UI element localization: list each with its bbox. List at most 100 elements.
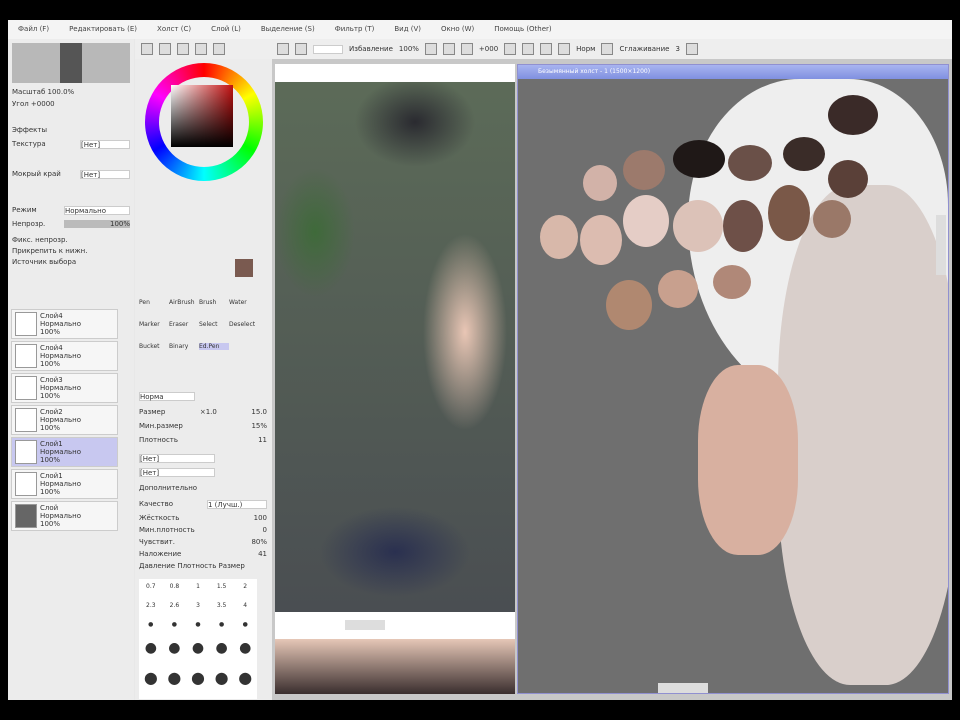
reference-photo xyxy=(275,82,515,612)
menu-layer[interactable]: Слой (L) xyxy=(211,25,241,34)
tool-bucket[interactable]: Bucket xyxy=(139,343,169,350)
brush-size-palette[interactable]: 0.7 0.8 1 1.5 2 2.3 2.6 3 3.5 4 ● ● ● ● ● ● ● ● ● ● ● ● ● ●… xyxy=(139,579,257,699)
rotate-right-button[interactable] xyxy=(522,43,535,55)
deselect-button[interactable] xyxy=(277,43,289,55)
blend-slider[interactable]: 41 xyxy=(258,550,267,558)
canvas-view[interactable]: Безымянный холст - 1 (1500×1200) xyxy=(517,64,949,694)
app-window: Файл (F) Редактировать (E) Холст (C) Сло… xyxy=(8,20,952,700)
selection-source-checkbox[interactable]: Источник выбора xyxy=(12,258,76,266)
menu-file[interactable]: Файл (F) xyxy=(18,25,49,34)
layer-item-selected[interactable]: Слой1 Нормально 100% xyxy=(11,437,118,467)
texture-select[interactable]: [Нет] xyxy=(80,139,130,149)
rotate-reset-button[interactable] xyxy=(540,43,553,55)
reference-photo-lower xyxy=(275,639,515,694)
mode-select[interactable]: Норм xyxy=(576,45,595,53)
tool-brush[interactable]: Brush xyxy=(199,299,229,306)
wet-edge-select[interactable]: [Нет] xyxy=(80,169,130,179)
invert-selection-button[interactable] xyxy=(295,43,307,55)
smoothing-label: Сглаживание xyxy=(619,45,670,53)
layer-item[interactable]: Слой3 Нормально 100% xyxy=(11,373,118,403)
menu-filter[interactable]: Фильтр (T) xyxy=(335,25,375,34)
layer-item[interactable]: Слой4 Нормально 100% xyxy=(11,341,118,371)
rgb-slider-toggle[interactable] xyxy=(159,43,171,55)
opacity-slider[interactable]: 100% xyxy=(64,220,130,228)
canvas-area: Безымянный холст - 1 (1500×1200) xyxy=(272,59,952,700)
edge-label: Жёсткость xyxy=(139,514,180,522)
hsv-slider-toggle[interactable] xyxy=(177,43,189,55)
min-size-slider[interactable]: 15% xyxy=(251,422,267,430)
mode-button[interactable] xyxy=(601,43,614,55)
tool-pen[interactable]: Pen xyxy=(139,299,169,306)
toolbar: Избавление 100% +000 Норм Сглаживание 3 xyxy=(135,39,952,59)
reference-view[interactable] xyxy=(275,64,515,694)
menu-window[interactable]: Окно (W) xyxy=(441,25,474,34)
menu-view[interactable]: Вид (V) xyxy=(394,25,421,34)
angle-select[interactable]: +000 xyxy=(479,45,498,53)
size-label: Размер xyxy=(139,408,166,416)
selection-field[interactable] xyxy=(313,44,343,54)
tool-select[interactable]: Select xyxy=(199,321,229,328)
edge-slider[interactable]: 100 xyxy=(254,514,267,522)
layer-item[interactable]: Слой1 Нормально 100% xyxy=(11,469,118,499)
layer-item[interactable]: Слой2 Нормально 100% xyxy=(11,405,118,435)
min-density-slider[interactable]: 0 xyxy=(263,526,267,534)
zoom-out-button[interactable] xyxy=(442,43,455,55)
tool-water[interactable]: Water xyxy=(229,299,259,306)
flip-button[interactable] xyxy=(558,43,571,55)
pressure-label: Чувствит. xyxy=(139,538,175,546)
layer-item[interactable]: Слой4 Нормально 100% xyxy=(11,309,118,339)
horizontal-scrollbar[interactable] xyxy=(658,683,708,693)
navigator-zoom: Масштаб 100.0% xyxy=(12,88,75,96)
tool-edpen[interactable]: Ed.Pen xyxy=(199,343,229,350)
blend-mode-label: Режим xyxy=(12,206,37,214)
menu-canvas[interactable]: Холст (C) xyxy=(157,25,191,34)
quality-select[interactable]: 1 (Лучш.) xyxy=(207,499,267,509)
tool-binary[interactable]: Binary xyxy=(169,343,199,350)
zoom-in-button[interactable] xyxy=(424,43,437,55)
tool-deselect[interactable]: Deselect xyxy=(229,321,259,328)
smoothing-dropdown[interactable] xyxy=(685,43,698,55)
rotate-left-button[interactable] xyxy=(504,43,517,55)
scratchpad-toggle[interactable] xyxy=(213,43,225,55)
vertical-scrollbar[interactable] xyxy=(936,215,946,275)
size-multiplier[interactable]: ×1.0 xyxy=(200,408,217,416)
zoom-select[interactable]: 100% xyxy=(399,45,419,53)
menu-help[interactable]: Помощь (Other) xyxy=(494,25,551,34)
effects-header[interactable]: Эффекты xyxy=(12,126,47,134)
canvas-title: Безымянный холст - 1 (1500×1200) xyxy=(518,65,948,79)
texture-label: Текстура xyxy=(12,140,46,148)
layer-item[interactable]: Слой Нормально 100% xyxy=(11,501,118,531)
tool-airbrush[interactable]: AirBrush xyxy=(169,299,199,306)
color-square[interactable] xyxy=(171,85,233,147)
wet-edge-label: Мокрый край xyxy=(12,170,61,178)
antialias-checkbox[interactable]: Избавление xyxy=(349,45,393,53)
pressure-slider[interactable]: 80% xyxy=(251,538,267,546)
advanced-header[interactable]: Дополнительно xyxy=(139,484,197,492)
clip-group-checkbox[interactable]: Прикрепить к нижн. xyxy=(12,247,87,255)
navigator-angle: Угол +0000 xyxy=(12,100,55,108)
size-value[interactable]: 15.0 xyxy=(251,408,267,416)
zoom-reset-button[interactable] xyxy=(460,43,473,55)
menu-bar: Файл (F) Редактировать (E) Холст (C) Сло… xyxy=(8,20,952,39)
brush-texture-select[interactable]: [Нет] xyxy=(139,453,215,463)
color-wheel-toggle[interactable] xyxy=(141,43,153,55)
brush-shape-select[interactable]: Норма xyxy=(139,391,195,401)
color-tool-panel: Pen AirBrush Brush Water Marker Eraser S… xyxy=(135,59,272,700)
blend-mode-select[interactable]: Нормально xyxy=(64,205,130,215)
opacity-label: Непрозр. xyxy=(12,220,46,228)
navigator[interactable] xyxy=(12,43,130,83)
horizontal-scrollbar[interactable] xyxy=(345,620,385,630)
blend-label: Наложение xyxy=(139,550,182,558)
density-slider[interactable]: 11 xyxy=(258,436,267,444)
brush-texture2-select[interactable]: [Нет] xyxy=(139,467,215,477)
tool-eraser[interactable]: Eraser xyxy=(169,321,199,328)
smoothing-select[interactable]: 3 xyxy=(675,45,679,53)
tool-marker[interactable]: Marker xyxy=(139,321,169,328)
primary-color-swatch[interactable] xyxy=(235,259,253,277)
swatches-toggle[interactable] xyxy=(195,43,207,55)
preserve-opacity-checkbox[interactable]: Фикс. непрозр. xyxy=(12,236,68,244)
menu-select[interactable]: Выделение (S) xyxy=(261,25,315,34)
density-label: Плотность xyxy=(139,436,179,444)
menu-edit[interactable]: Редактировать (E) xyxy=(69,25,137,34)
pressure-options[interactable]: Давление Плотность Размер xyxy=(139,562,245,570)
